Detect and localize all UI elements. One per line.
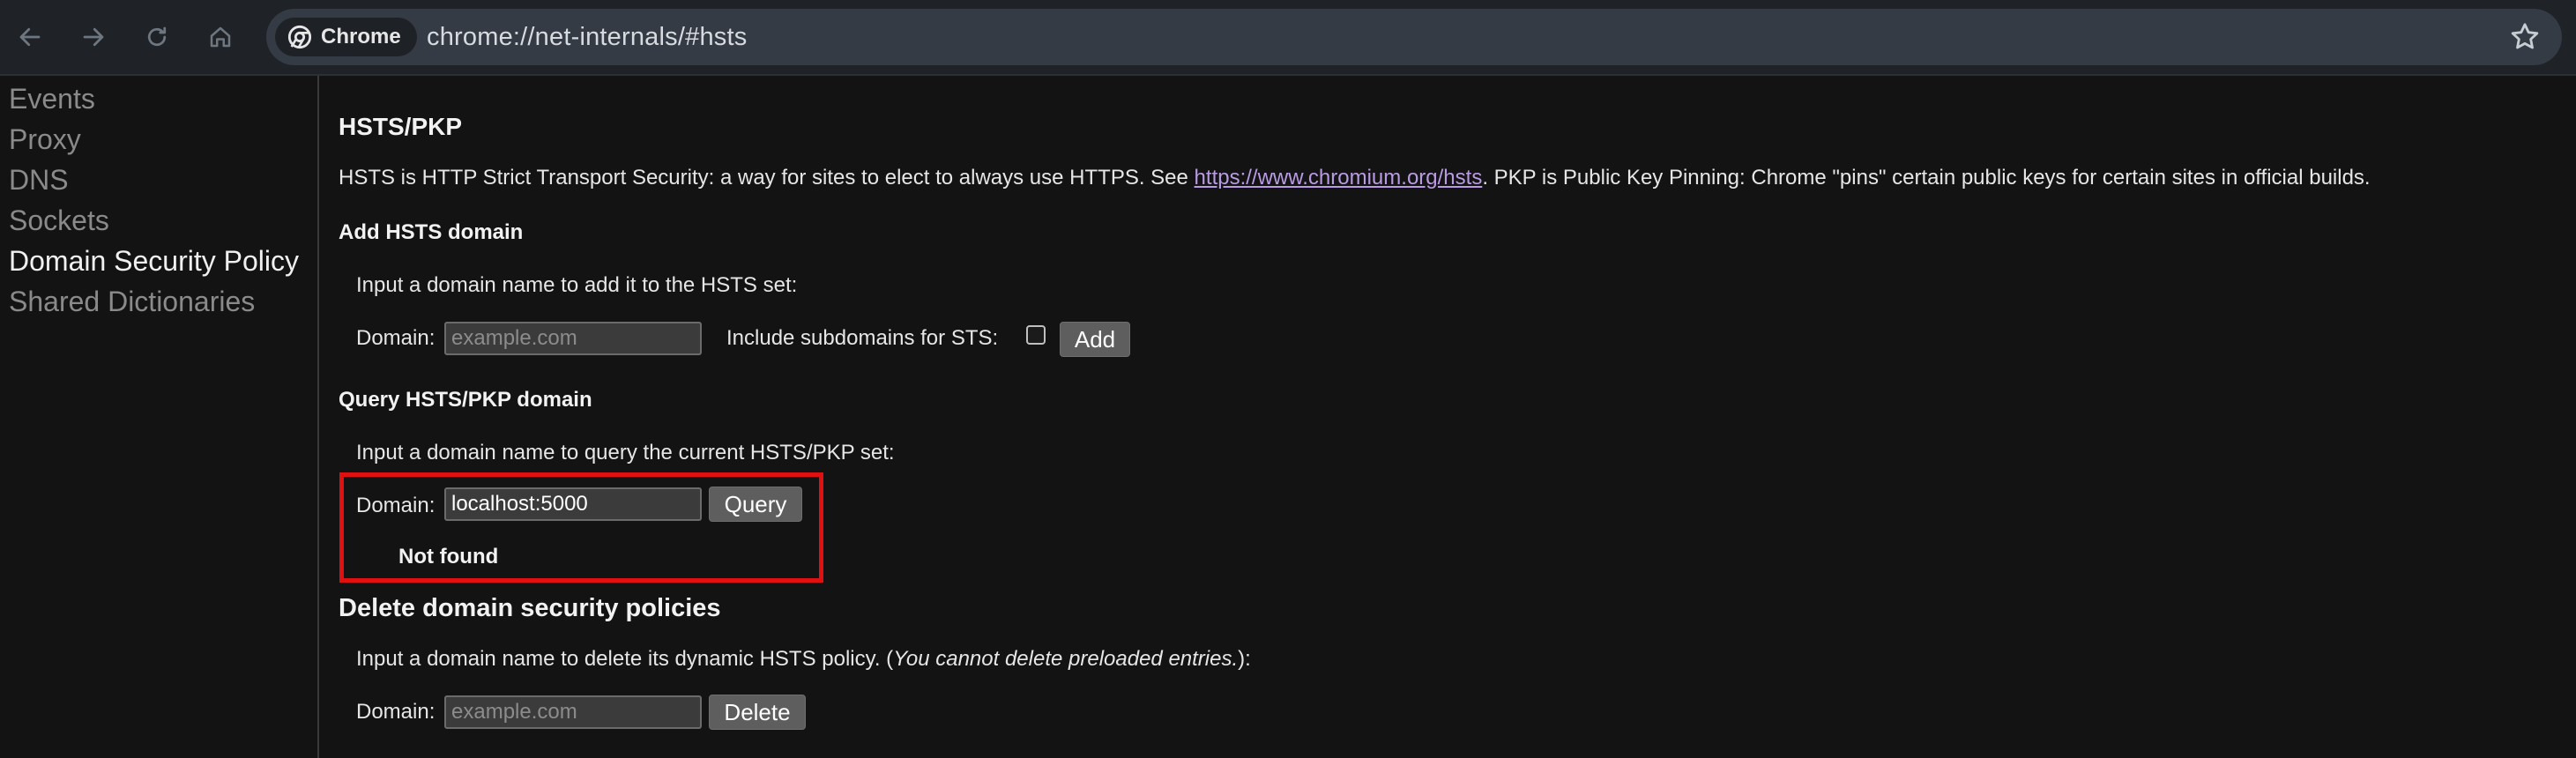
forward-button[interactable]: [72, 16, 115, 58]
add-hsts-title: Add HSTS domain: [339, 220, 524, 244]
include-subdomains-checkbox[interactable]: [1026, 325, 1046, 345]
delete-button[interactable]: Delete: [709, 695, 806, 730]
address-bar[interactable]: Chrome chrome://net-internals/#hsts: [266, 9, 2562, 65]
reload-button[interactable]: [136, 16, 178, 58]
include-subdomains-label: Include subdomains for STS:: [726, 326, 999, 350]
sidebar-item-dns[interactable]: DNS: [9, 164, 69, 197]
delete-policies-title: Delete domain security policies: [339, 594, 721, 622]
hsts-description: HSTS is HTTP Strict Transport Security: …: [339, 166, 2371, 190]
site-info-label: Chrome: [321, 25, 401, 48]
sidebar-item-domain-security-policy[interactable]: Domain Security Policy: [9, 245, 299, 278]
delete-instruction-note: You cannot delete preloaded entries.: [893, 647, 1239, 671]
add-button[interactable]: Add: [1060, 322, 1130, 357]
add-domain-input[interactable]: [444, 322, 702, 355]
query-hsts-title: Query HSTS/PKP domain: [339, 388, 592, 412]
hsts-title: HSTS/PKP: [339, 113, 463, 140]
sidebar: Events Proxy DNS Sockets Domain Security…: [0, 76, 319, 758]
query-highlight-box: [339, 472, 823, 583]
add-hsts-instruction: Input a domain name to add it to the HST…: [356, 273, 798, 297]
reload-icon: [147, 26, 167, 47]
add-domain-label: Domain:: [356, 326, 436, 350]
site-info-chip[interactable]: Chrome: [275, 18, 417, 56]
delete-domain-label: Domain:: [356, 700, 436, 724]
query-hsts-instruction: Input a domain name to query the current…: [356, 441, 895, 464]
sidebar-item-events[interactable]: Events: [9, 83, 95, 115]
home-icon: [210, 26, 231, 48]
bookmark-button[interactable]: [2507, 19, 2542, 55]
delete-instruction-start: Input a domain name to delete its dynami…: [356, 647, 894, 671]
back-arrow-icon: [19, 27, 41, 47]
delete-instruction: Input a domain name to delete its dynami…: [356, 647, 1251, 672]
hsts-description-start: HSTS is HTTP Strict Transport Security: …: [339, 166, 1195, 190]
hsts-description-end: . PKP is Public Key Pinning: Chrome "pin…: [1482, 166, 2371, 190]
sidebar-item-shared-dictionaries[interactable]: Shared Dictionaries: [9, 286, 255, 318]
chromium-hsts-link[interactable]: https://www.chromium.org/hsts: [1195, 166, 1483, 190]
star-icon: [2511, 23, 2539, 49]
delete-instruction-end: ):: [1238, 647, 1251, 671]
chrome-logo-icon: [287, 25, 312, 49]
home-button[interactable]: [199, 16, 242, 58]
url-text[interactable]: chrome://net-internals/#hsts: [427, 9, 747, 65]
delete-domain-input[interactable]: [444, 695, 702, 729]
back-button[interactable]: [9, 16, 51, 58]
sidebar-item-proxy[interactable]: Proxy: [9, 123, 81, 156]
sidebar-item-sockets[interactable]: Sockets: [9, 204, 109, 237]
main-content: HSTS/PKP HSTS is HTTP Strict Transport S…: [321, 76, 2576, 758]
browser-toolbar: Chrome chrome://net-internals/#hsts: [0, 0, 2576, 76]
forward-arrow-icon: [83, 27, 104, 47]
